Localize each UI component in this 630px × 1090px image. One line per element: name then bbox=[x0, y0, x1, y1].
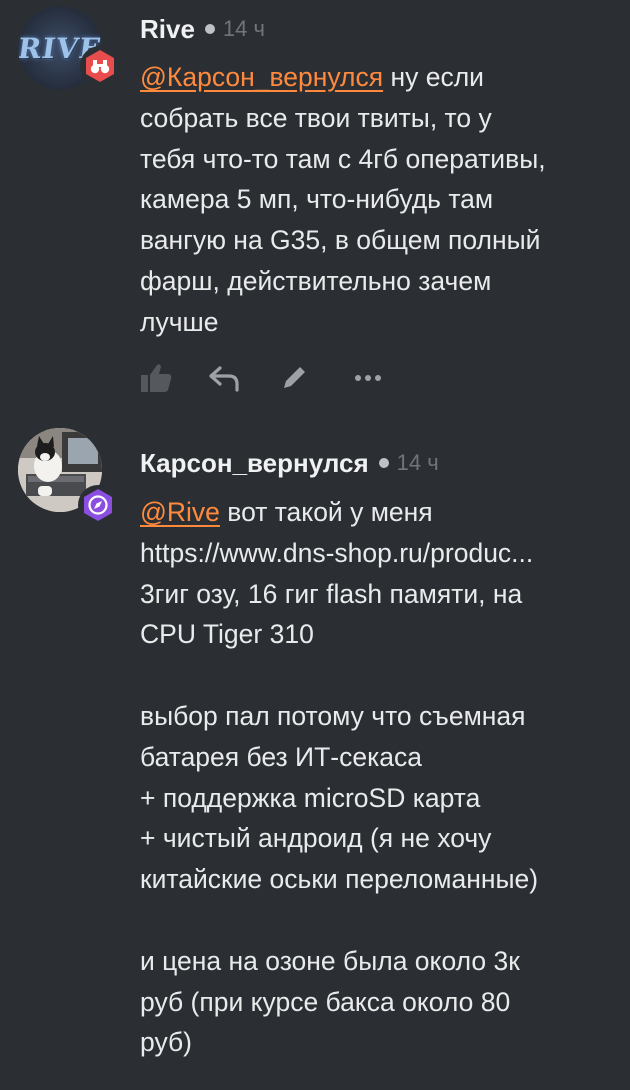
comment-line: + поддержка microSD карта bbox=[140, 782, 481, 813]
separator-dot bbox=[378, 458, 389, 468]
user-badge[interactable] bbox=[80, 46, 120, 86]
comment-body: @Rive вот такой у меня https://www.dns-s… bbox=[140, 492, 610, 1063]
comment-line: собрать все твои твиты, то у bbox=[140, 102, 492, 133]
separator-dot bbox=[204, 24, 215, 34]
comment-line: камера 5 мп, что-нибудь там bbox=[140, 184, 494, 215]
user-badge[interactable] bbox=[78, 485, 118, 525]
comment-text: вот такой у меня bbox=[219, 497, 433, 527]
reply-icon bbox=[209, 366, 239, 392]
comment-line: руб) bbox=[140, 1027, 192, 1058]
comment-text: ну если bbox=[383, 62, 484, 92]
like-button[interactable] bbox=[136, 358, 176, 398]
comment-line: + чистый андроид (я не хочу bbox=[140, 823, 492, 854]
more-icon bbox=[355, 375, 381, 381]
comment-actions bbox=[140, 356, 388, 400]
comment-body: @Карсон_вернулся ну если собрать все тво… bbox=[140, 57, 610, 343]
comment-line: вангую на G35, в общем полный bbox=[140, 225, 541, 256]
author-name[interactable]: Карсон_вернулся bbox=[140, 448, 369, 479]
comment-line: CPU Tiger 310 bbox=[140, 619, 314, 650]
edit-icon bbox=[284, 367, 305, 388]
comment-line: 3гиг озу, 16 гиг flash памяти, на bbox=[140, 578, 523, 609]
comment-line: китайские оськи переломанные) bbox=[140, 864, 539, 895]
avatar-group: RIVE bbox=[18, 6, 120, 102]
comment-line: лучше bbox=[140, 306, 219, 337]
like-icon bbox=[141, 364, 172, 392]
edit-button[interactable] bbox=[274, 358, 314, 398]
comment-line: @Rive вот такой у меня bbox=[140, 492, 610, 533]
comment-line: выбор пал потому что съемная bbox=[140, 700, 526, 731]
timestamp: 14 ч bbox=[222, 16, 265, 41]
comment-link[interactable]: https://www.dns-shop.ru/produc... bbox=[140, 533, 610, 574]
avatar-group bbox=[18, 428, 118, 525]
comment-line: @Карсон_вернулся ну если bbox=[140, 57, 610, 98]
binoculars-icon bbox=[86, 50, 114, 82]
timestamp: 14 ч bbox=[396, 450, 439, 475]
reply-button[interactable] bbox=[204, 358, 244, 398]
author-name[interactable]: Rive bbox=[140, 14, 195, 45]
author-row: Карсон_вернулся 14 ч bbox=[140, 443, 439, 483]
comment-line: батарея без ИТ-секаса bbox=[140, 741, 422, 772]
more-button[interactable] bbox=[348, 358, 388, 398]
mention-link[interactable]: @Карсон_вернулся bbox=[140, 62, 383, 92]
comment-line: фарш, действительно зачем bbox=[140, 265, 492, 296]
compass-icon bbox=[84, 489, 112, 521]
comment-line: и цена на озоне была около 3к bbox=[140, 945, 520, 976]
mention-link[interactable]: @Rive bbox=[140, 497, 220, 527]
author-row: Rive 14 ч bbox=[140, 9, 265, 49]
comment-line: тебя что-то там с 4гб оперативы, bbox=[140, 143, 546, 174]
comment-line: руб (при курсе бакса около 80 bbox=[140, 986, 511, 1017]
